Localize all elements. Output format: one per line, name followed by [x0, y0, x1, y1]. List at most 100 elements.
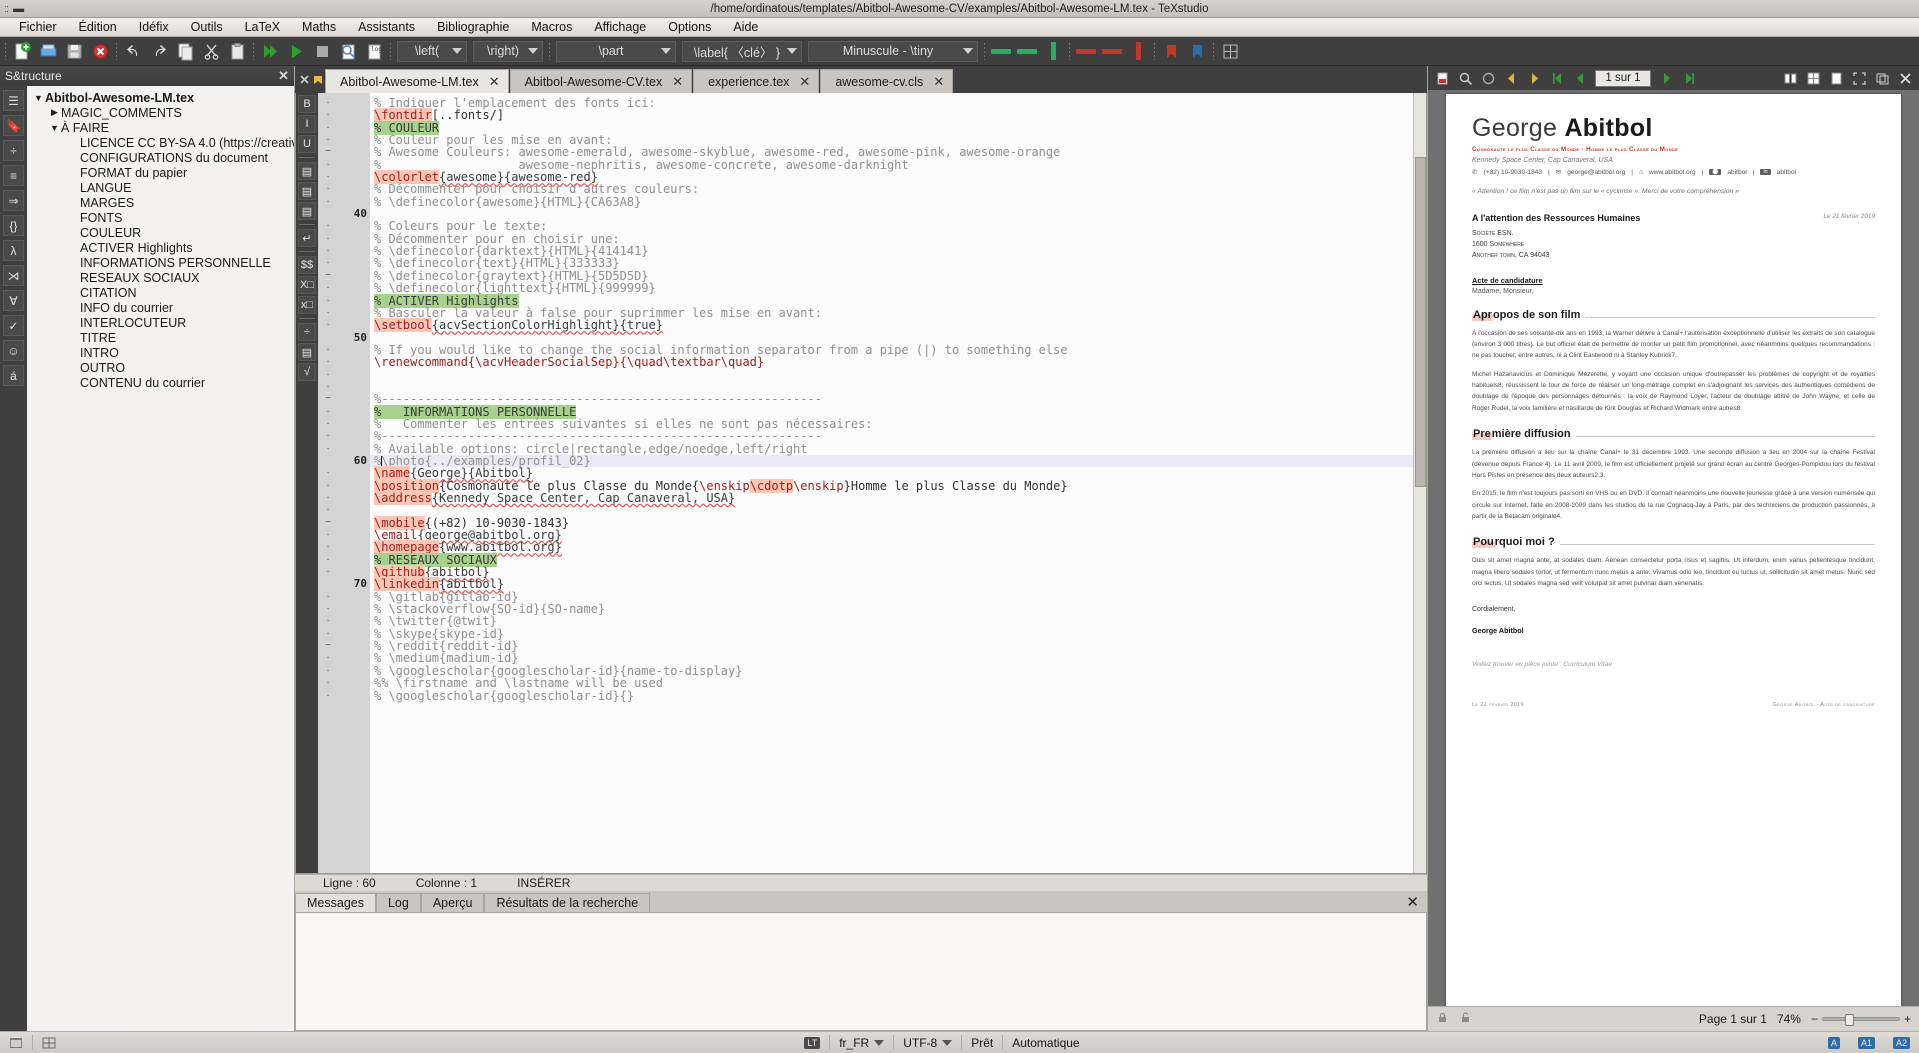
fold-marker[interactable]: − [318, 270, 338, 282]
structure-item-outro[interactable]: OUTRO [30, 360, 291, 375]
tab-close-all-icon[interactable] [297, 66, 311, 93]
messages-content[interactable] [295, 912, 1427, 1031]
editor-vertical-scrollbar[interactable] [1413, 93, 1426, 873]
tab-abitbol-awesome-lm[interactable]: Abitbol-Awesome-LM.tex ✕ [325, 69, 509, 93]
code-line[interactable]: %---------------------------------------… [370, 393, 1413, 405]
pdf-view[interactable]: George Abitbol Cosmonaute le plus Classe… [1428, 90, 1919, 1006]
last-page-icon[interactable] [1678, 68, 1700, 88]
structure-item-a-faire[interactable]: ▼ À FAIRE [30, 120, 291, 135]
structure-view-icon[interactable]: ☰ [3, 90, 24, 111]
menu-fichier[interactable]: Fichier [8, 19, 68, 35]
copy-icon[interactable] [172, 39, 198, 64]
save-icon[interactable] [61, 39, 87, 64]
fold-marker[interactable]: − [318, 517, 338, 529]
structure-item-format[interactable]: FORMAT du papier [30, 165, 291, 180]
structure-item-info-courrier[interactable]: INFO du courrier [30, 300, 291, 315]
check-icon[interactable]: ✓ [3, 315, 24, 336]
align-center-icon[interactable]: ▤ [298, 182, 316, 200]
bar-red-icon[interactable] [1125, 39, 1151, 64]
editor-tab-bar[interactable]: Abitbol-Awesome-LM.tex ✕ Abitbol-Awesome… [295, 66, 1427, 93]
statusbar-mode[interactable]: Automatique [1003, 1032, 1088, 1053]
structure-item-citation[interactable]: CITATION [30, 285, 291, 300]
menu-bibliographie[interactable]: Bibliographie [426, 19, 520, 35]
fit-icon[interactable] [1477, 68, 1499, 88]
unlock-icon[interactable] [1459, 1011, 1472, 1027]
chevron-down-icon[interactable]: ▼ [48, 123, 61, 133]
cut-icon[interactable] [198, 39, 224, 64]
main-toolbar[interactable]: log \left( \right) \part \label{ 〈clé〉 }… [0, 37, 1919, 66]
zoom-in-button[interactable]: + [1904, 1012, 1911, 1026]
list-icon[interactable]: ≡ [3, 165, 24, 186]
tab-search-results[interactable]: Résultats de la recherche [484, 893, 651, 912]
code-line[interactable]: % \stackoverflow{SO-id}{SO-name} [370, 603, 1413, 615]
structure-item-reseaux-sociaux[interactable]: RESEAUX SOCIAUX [30, 270, 291, 285]
underline-icon[interactable]: U [298, 135, 316, 153]
fold-marker[interactable]: − [318, 640, 338, 652]
tab-awesome-cv-cls[interactable]: awesome-cv.cls ✕ [820, 69, 954, 93]
code-line[interactable]: % \twitter{@twit} [370, 615, 1413, 627]
bookmark-red-icon[interactable] [1158, 39, 1184, 64]
statusbar-language[interactable]: fr_FR [830, 1032, 893, 1053]
detach-icon[interactable] [1871, 68, 1893, 88]
code-line[interactable]: \address{Kennedy Space Center, Cap Canav… [370, 491, 1413, 505]
zoom-out-button[interactable]: − [1811, 1012, 1818, 1026]
bold-icon[interactable]: B [298, 95, 316, 113]
window-controls[interactable]: :: ▬ [4, 3, 24, 15]
sectioning-combo[interactable]: \part [556, 40, 676, 62]
grid-tool-icon[interactable] [1217, 39, 1243, 64]
lock-icon[interactable] [1436, 1011, 1449, 1027]
menu-macros[interactable]: Macros [520, 19, 583, 35]
view-log-icon[interactable]: log [361, 39, 387, 64]
code-line[interactable]: % Indiquer l'emplacement des fonts ici: [370, 97, 1413, 109]
fullscreen-icon[interactable] [1848, 68, 1870, 88]
close-icon[interactable]: ✕ [278, 68, 289, 84]
chevron-down-icon[interactable] [528, 48, 538, 54]
braces-icon[interactable]: {} [3, 215, 24, 236]
tab-log[interactable]: Log [375, 893, 421, 912]
structure-item-titre[interactable]: TITRE [30, 330, 291, 345]
structure-side-toolbar[interactable]: ☰ 🔖 ÷ ≡ ⇒ {} λ ⋊ ∀ ✓ ☺ á [0, 86, 27, 1031]
statusbar-window-icon[interactable] [0, 1032, 32, 1053]
menu-assistants[interactable]: Assistants [347, 19, 426, 35]
tab-bookmark-icon[interactable] [311, 66, 325, 93]
structure-item-fonts[interactable]: FONTS [30, 210, 291, 225]
magnifier-icon[interactable] [1454, 68, 1476, 88]
forward-icon[interactable] [1523, 68, 1545, 88]
fraction-icon[interactable]: ÷ [3, 140, 24, 161]
subscript-icon[interactable]: X□ [298, 276, 316, 294]
tab-abitbol-awesome-cv[interactable]: Abitbol-Awesome-CV.tex ✕ [509, 69, 693, 93]
align-left-icon[interactable]: ▤ [298, 162, 316, 180]
window-minimize-icon[interactable]: ▬ [13, 3, 24, 15]
tab-messages[interactable]: Messages [295, 893, 376, 912]
menu-idefix[interactable]: Idéfix [128, 19, 180, 35]
chevron-down-icon[interactable] [942, 1039, 953, 1046]
lambda-icon[interactable]: λ [3, 240, 24, 261]
structure-item-marges[interactable]: MARGES [30, 195, 291, 210]
superscript-icon[interactable]: x□ [298, 296, 316, 314]
bookmark-blue-icon[interactable] [1184, 39, 1210, 64]
open-file-icon[interactable] [35, 39, 61, 64]
build-run-icon[interactable] [257, 39, 283, 64]
toolbar-handle[interactable] [2, 40, 9, 62]
structure-tree[interactable]: ▼ Abitbol-Awesome-LM.tex ▶ MAGIC_COMMENT… [27, 86, 294, 1031]
zoom-knob[interactable] [1844, 1014, 1854, 1026]
code-line[interactable]: \fontdir[..fonts/] [370, 108, 1413, 123]
new-file-icon[interactable] [9, 39, 35, 64]
single-page-icon[interactable] [1825, 68, 1847, 88]
pdf-zoom-slider[interactable]: − + [1811, 1012, 1911, 1026]
statusbar-badge-a2[interactable]: A2 [1884, 1032, 1919, 1053]
italic-icon[interactable]: I [298, 115, 316, 133]
right-delimiter-combo[interactable]: \right) [473, 40, 543, 62]
close-icon[interactable]: ✕ [1406, 893, 1419, 911]
fold-marker[interactable]: − [318, 393, 338, 405]
chevron-down-icon[interactable] [874, 1039, 885, 1046]
menu-affichage[interactable]: Affichage [583, 19, 657, 35]
paste-icon[interactable] [224, 39, 250, 64]
statusbar-languagetool[interactable]: LT [795, 1032, 829, 1053]
structure-item-informations-personnelle[interactable]: INFORMATIONS PERSONNELLE [30, 255, 291, 270]
fold-marker[interactable]: − [318, 146, 338, 158]
prev-page-icon[interactable] [1569, 68, 1591, 88]
code-line[interactable]: % RESEAUX SOCIAUX [370, 552, 1413, 567]
chevron-down-icon[interactable] [963, 48, 973, 54]
highlight-green-icon[interactable] [988, 39, 1014, 64]
